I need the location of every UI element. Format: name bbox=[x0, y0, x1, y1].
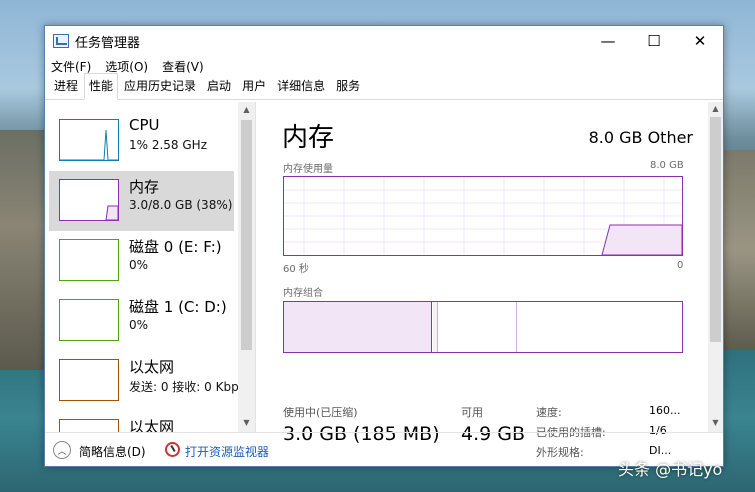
tab-bar: 进程 性能 应用历史记录 启动 用户 详细信息 服务 bbox=[45, 73, 723, 100]
scrollbar-thumb[interactable] bbox=[710, 117, 721, 342]
background-rock-left bbox=[0, 130, 48, 370]
memory-detail-panel: 内存 8.0 GB Other 内存使用量 8.0 GB 60 秒 0 内存组合… bbox=[257, 102, 723, 459]
tab-startup[interactable]: 启动 bbox=[202, 73, 236, 99]
tab-performance[interactable]: 性能 bbox=[84, 73, 119, 100]
sidebar-item-disk-0[interactable]: 磁盘 0 (E: F:) 0% bbox=[49, 231, 234, 291]
tab-services[interactable]: 服务 bbox=[331, 73, 365, 99]
sidebar-item-label: 磁盘 1 (C: D:) bbox=[129, 298, 227, 316]
chevron-up-icon[interactable]: ︿ bbox=[53, 441, 71, 459]
scroll-up-arrow-icon[interactable]: ▲ bbox=[708, 104, 723, 113]
sidebar-item-label: 以太网 bbox=[129, 418, 175, 432]
sidebar-item-label: 磁盘 0 (E: F:) bbox=[129, 238, 222, 256]
detail-scrollbar[interactable]: ▲ ▼ bbox=[708, 102, 723, 432]
memory-composition-bar bbox=[283, 301, 683, 353]
task-manager-icon bbox=[53, 34, 69, 48]
background-rock-right bbox=[721, 150, 755, 350]
memory-usage-area bbox=[601, 224, 682, 255]
composition-modified bbox=[433, 302, 438, 352]
in-use-label: 使用中(已压缩) bbox=[283, 406, 358, 419]
memory-usage-graph bbox=[283, 176, 683, 256]
resource-sidebar: CPU 1% 2.58 GHz 内存 3.0/8.0 GB (38%) 磁盘 0… bbox=[45, 102, 256, 432]
memory-thumbnail-graph bbox=[59, 179, 119, 221]
disk-0-thumbnail-graph bbox=[59, 239, 119, 281]
fewer-details-link[interactable]: 简略信息(D) bbox=[79, 443, 146, 460]
sidebar-item-cpu[interactable]: CPU 1% 2.58 GHz bbox=[49, 111, 234, 171]
scroll-down-arrow-icon[interactable]: ▼ bbox=[708, 418, 723, 427]
minimize-button[interactable]: — bbox=[585, 26, 631, 56]
sidebar-item-label: 以太网 bbox=[129, 358, 175, 376]
sidebar-item-disk-1[interactable]: 磁盘 1 (C: D:) 0% bbox=[49, 291, 234, 351]
usage-graph-max: 8.0 GB bbox=[650, 160, 684, 171]
sidebar-item-label: 内存 bbox=[129, 178, 160, 196]
menu-file[interactable]: 文件(F) bbox=[51, 58, 91, 75]
scroll-down-arrow-icon[interactable]: ▼ bbox=[238, 418, 255, 427]
task-manager-window: 任务管理器 — ☐ ✕ 文件(F) 选项(O) 查看(V) 进程 性能 应用历史… bbox=[44, 25, 724, 467]
close-button[interactable]: ✕ bbox=[677, 26, 723, 56]
speed-value: 160... bbox=[649, 404, 681, 417]
tab-details[interactable]: 详细信息 bbox=[272, 73, 330, 99]
resource-monitor-icon bbox=[165, 442, 180, 457]
sidebar-item-ethernet[interactable]: 以太网 发送: 0 接收: 0 Kbp bbox=[49, 351, 239, 411]
window-title: 任务管理器 bbox=[75, 35, 141, 51]
sidebar-scrollbar[interactable]: ▲ ▼ bbox=[238, 102, 255, 432]
time-axis-left: 60 秒 bbox=[283, 264, 309, 275]
memory-capacity: 8.0 GB Other bbox=[588, 128, 693, 147]
watermark: 头条 @书记yo bbox=[618, 460, 723, 479]
usage-graph-label: 内存使用量 bbox=[283, 164, 333, 175]
tab-app-history[interactable]: 应用历史记录 bbox=[119, 73, 201, 99]
title-bar[interactable]: 任务管理器 — ☐ ✕ bbox=[45, 26, 723, 56]
time-axis-right: 0 bbox=[677, 260, 684, 271]
ethernet-thumbnail-graph bbox=[59, 359, 119, 401]
tab-processes[interactable]: 进程 bbox=[49, 73, 83, 99]
speed-label: 速度: bbox=[536, 406, 562, 419]
ethernet-2-thumbnail-graph bbox=[59, 419, 119, 432]
disk-1-thumbnail-graph bbox=[59, 299, 119, 341]
cpu-thumbnail-graph bbox=[59, 119, 119, 161]
menu-options[interactable]: 选项(O) bbox=[105, 58, 148, 75]
sidebar-item-detail: 发送: 0 接收: 0 Kbp bbox=[129, 380, 239, 394]
menu-view[interactable]: 查看(V) bbox=[162, 58, 204, 75]
scroll-up-arrow-icon[interactable]: ▲ bbox=[238, 105, 255, 114]
sidebar-item-memory[interactable]: 内存 3.0/8.0 GB (38%) bbox=[49, 171, 234, 231]
composition-in-use bbox=[284, 302, 432, 352]
tab-users[interactable]: 用户 bbox=[237, 73, 271, 99]
scrollbar-thumb[interactable] bbox=[241, 120, 252, 350]
sidebar-item-detail: 3.0/8.0 GB (38%) bbox=[129, 198, 233, 212]
composition-standby-divider bbox=[516, 302, 517, 352]
sidebar-item-label: CPU bbox=[129, 116, 160, 134]
open-resource-monitor-link[interactable]: 打开资源监视器 bbox=[185, 443, 269, 460]
composition-label: 内存组合 bbox=[283, 288, 323, 299]
sidebar-item-detail: 0% bbox=[129, 258, 149, 272]
sidebar-item-ethernet-2[interactable]: 以太网 bbox=[49, 411, 234, 432]
maximize-button[interactable]: ☐ bbox=[631, 26, 677, 56]
available-label: 可用 bbox=[461, 406, 483, 419]
page-title: 内存 bbox=[282, 123, 335, 153]
sidebar-item-detail: 0% bbox=[129, 318, 149, 332]
sidebar-item-detail: 1% 2.58 GHz bbox=[129, 138, 208, 152]
